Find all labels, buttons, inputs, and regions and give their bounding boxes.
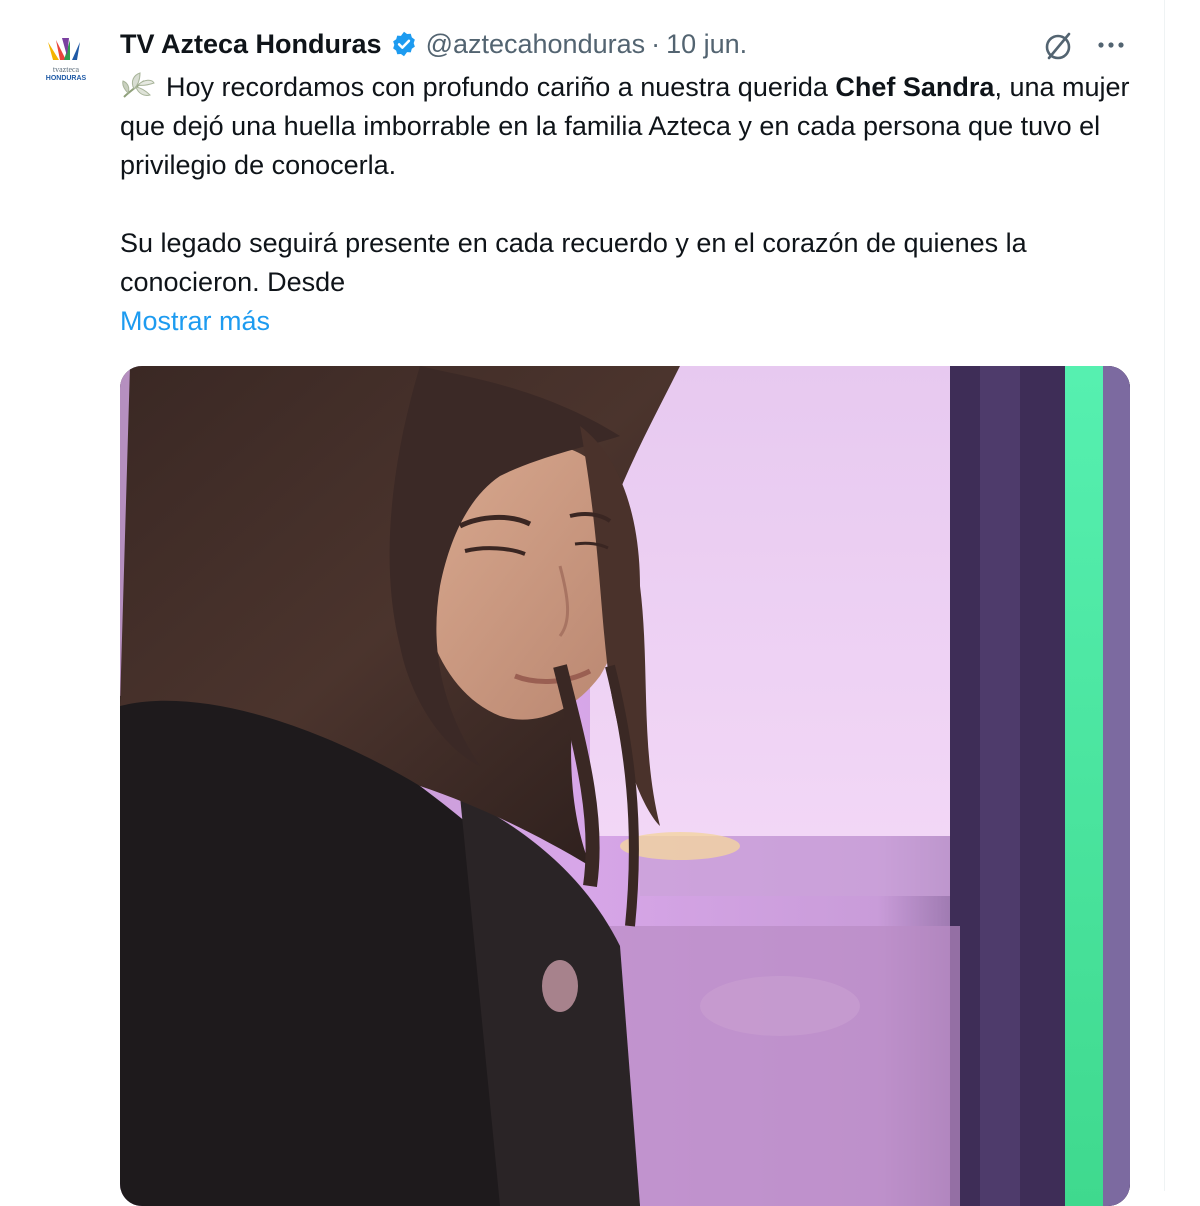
grok-icon[interactable] bbox=[1040, 28, 1076, 64]
author-name[interactable]: TV Azteca Honduras bbox=[120, 29, 382, 60]
tweet-paragraph-1: Hoy recordamos con profundo cariño a nue… bbox=[120, 68, 1140, 185]
white-lily-icon bbox=[120, 71, 156, 101]
tweet-text-intro: Hoy recordamos con profundo cariño a nue… bbox=[166, 72, 836, 102]
photo-chef-portrait bbox=[120, 366, 1130, 1206]
mention-chef-sandra: Chef Sandra bbox=[835, 72, 995, 102]
avatar-logo-text: tvazteca bbox=[52, 65, 80, 74]
more-options-icon[interactable] bbox=[1094, 30, 1128, 60]
avatar-logo-subtext: HONDURAS bbox=[45, 75, 87, 82]
tweet-media-image[interactable] bbox=[120, 366, 1130, 1206]
tweet-text: Hoy recordamos con profundo cariño a nue… bbox=[120, 68, 1140, 302]
tweet-header: TV Azteca Honduras @aztecahonduras · 10 … bbox=[120, 26, 747, 62]
avatar[interactable]: tvazteca HONDURAS bbox=[26, 30, 106, 110]
show-more-link[interactable]: Mostrar más bbox=[120, 302, 270, 341]
column-divider bbox=[1164, 0, 1165, 1191]
author-handle[interactable]: @aztecahonduras bbox=[426, 29, 646, 60]
tweet-paragraph-2: Su legado seguirá presente en cada recue… bbox=[120, 228, 1027, 297]
verified-badge-icon bbox=[390, 30, 418, 58]
tweet-date[interactable]: 10 jun. bbox=[666, 29, 747, 60]
separator-dot: · bbox=[651, 28, 661, 59]
